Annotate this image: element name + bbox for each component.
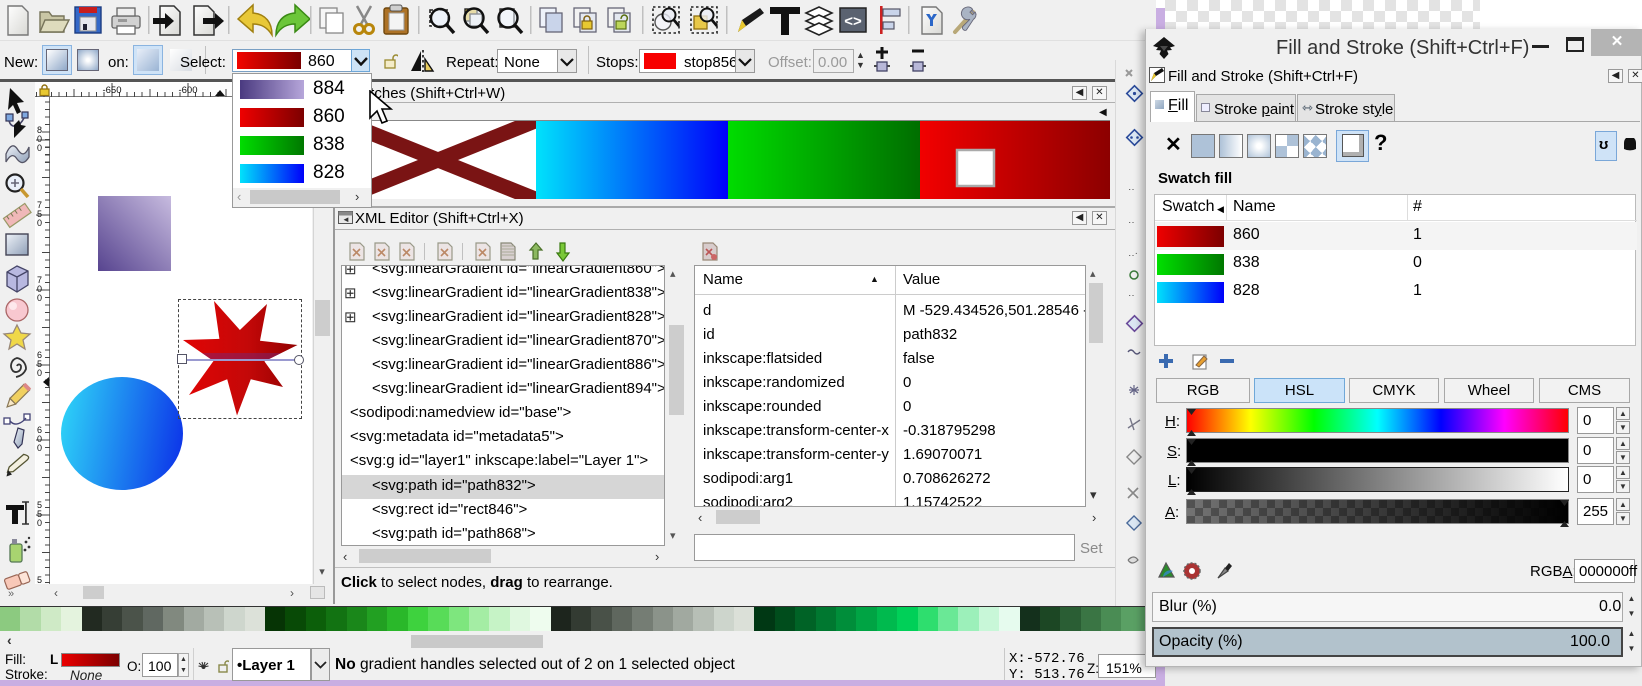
svg-text:‥: ‥ [1128, 182, 1135, 193]
svg-text:‥·: ‥· [1128, 248, 1138, 259]
svg-text:‥: ‥ [1128, 215, 1135, 226]
svg-text:<>: <> [844, 13, 862, 30]
svg-text:◄: ◄ [342, 215, 350, 224]
svg-text:‥: ‥ [1128, 288, 1135, 299]
svg-text:0: 0 [37, 518, 42, 528]
svg-text:5: 5 [37, 575, 42, 584]
